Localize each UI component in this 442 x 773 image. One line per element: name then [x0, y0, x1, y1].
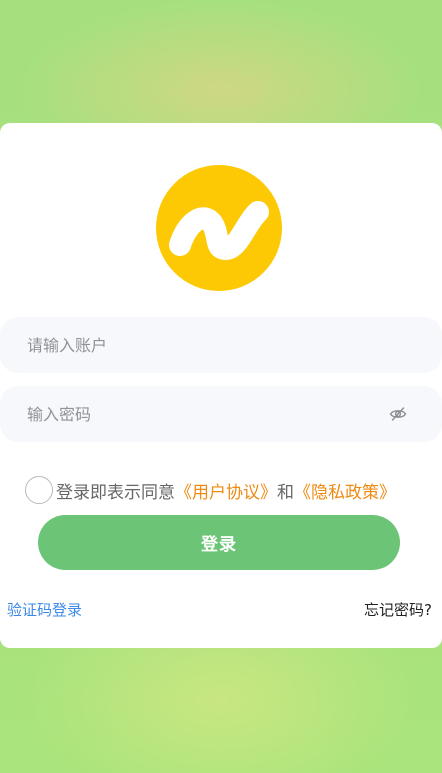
app-logo-icon	[156, 165, 282, 291]
privacy-policy-link[interactable]: 《隐私政策》	[294, 478, 396, 503]
forgot-password-link[interactable]: 忘记密码?	[364, 599, 432, 620]
agreement-text: 登录即表示同意	[56, 482, 175, 503]
agreement-checkbox[interactable]	[25, 476, 53, 504]
agreement-row: 登录即表示同意 《用户协议》 和 《隐私政策》	[25, 474, 396, 506]
account-input[interactable]	[27, 317, 367, 373]
agreement-and-text: 和	[277, 482, 294, 503]
login-button[interactable]: 登录	[38, 515, 400, 570]
login-card: 登录即表示同意 《用户协议》 和 《隐私政策》 登录 验证码登录 忘记密码?	[0, 123, 442, 648]
user-agreement-link[interactable]: 《用户协议》	[175, 478, 277, 503]
sms-login-link[interactable]: 验证码登录	[7, 599, 82, 620]
eye-off-icon[interactable]	[389, 405, 407, 423]
password-input[interactable]	[27, 386, 367, 442]
password-field	[0, 386, 442, 442]
account-field	[0, 317, 442, 373]
